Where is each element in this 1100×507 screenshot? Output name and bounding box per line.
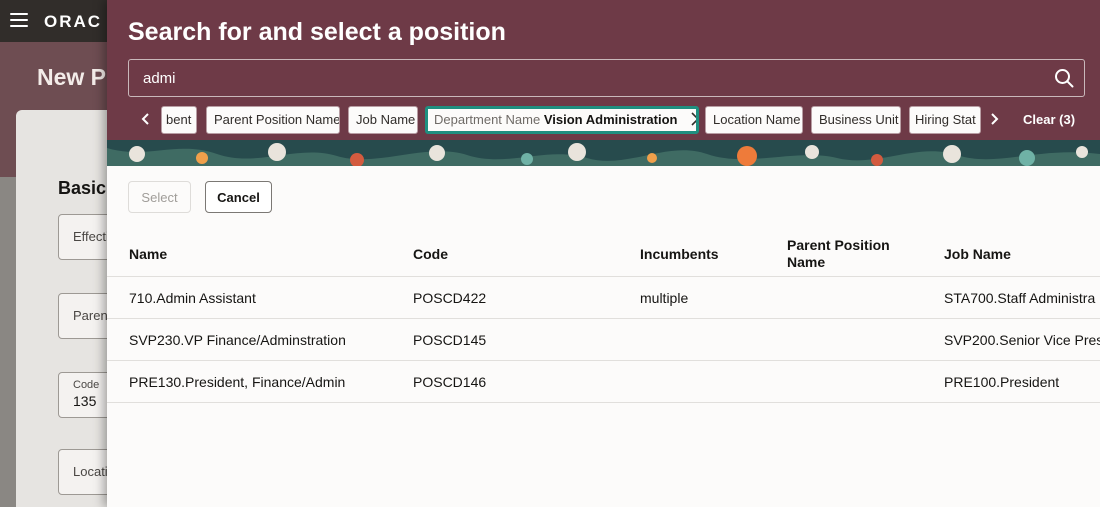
filter-chip-department-name[interactable]: Department Name Vision Administration [425,106,699,134]
cell-name: 710.Admin Assistant [129,290,256,306]
filter-chip-parent-position-name[interactable]: Parent Position Name [206,106,340,134]
drawer-title: Search for and select a position [128,18,506,46]
column-header-name[interactable]: Name [129,231,167,277]
close-icon[interactable] [691,112,699,126]
positions-table: Name Code Incumbents Parent Position Nam… [107,231,1100,403]
chevron-right-icon[interactable] [987,109,1003,129]
section-title: Basic [58,178,107,198]
filter-chip-business-unit[interactable]: Business Unit [811,106,901,134]
cell-incumbents: multiple [640,290,689,306]
select-button[interactable]: Select [128,181,191,213]
page-title: New P [37,64,107,90]
chevron-left-icon[interactable] [137,109,153,129]
table-row[interactable]: SVP230.VP Finance/Adminstration POSCD145… [107,319,1100,361]
filter-chip-incumbents[interactable]: bent [161,106,197,134]
filter-chip-hiring-status[interactable]: Hiring Stat [909,106,981,134]
cell-name: SVP230.VP Finance/Adminstration [129,332,346,348]
filter-chip-job-name[interactable]: Job Name [348,106,418,134]
decorative-pattern [107,140,1100,166]
column-header-incumbents[interactable]: Incumbents [640,231,719,277]
cell-code: POSCD146 [413,374,487,390]
filter-chip-location-name[interactable]: Location Name [705,106,803,134]
search-box[interactable] [128,59,1085,97]
cell-code: POSCD145 [413,332,487,348]
table-header: Name Code Incumbents Parent Position Nam… [107,231,1100,277]
oracle-logo: ORAC [44,12,103,31]
clear-filters-link[interactable]: Clear (3) [1023,112,1075,127]
search-icon[interactable] [1054,68,1074,88]
filter-chips-row: bent Parent Position Name Job Name Depar… [135,106,1095,134]
cell-job-name: STA700.Staff Administra [944,290,1096,306]
search-input[interactable] [129,60,1029,96]
position-search-drawer: Search for and select a position bent Pa… [107,0,1100,507]
column-header-code[interactable]: Code [413,231,448,277]
column-header-parent-position-name[interactable]: Parent Position Name [787,231,907,277]
hamburger-menu-icon[interactable] [10,13,28,27]
cancel-button[interactable]: Cancel [205,181,272,213]
column-header-job-name[interactable]: Job Name [944,231,1011,277]
cell-name: PRE130.President, Finance/Admin [129,374,346,390]
table-row[interactable]: PRE130.President, Finance/Admin POSCD146… [107,361,1100,403]
cell-code: POSCD422 [413,290,487,306]
cell-job-name: PRE100.President [944,374,1060,390]
cell-job-name: SVP200.Senior Vice Pres [944,332,1100,348]
table-row[interactable]: 710.Admin Assistant POSCD422 multiple ST… [107,277,1100,319]
